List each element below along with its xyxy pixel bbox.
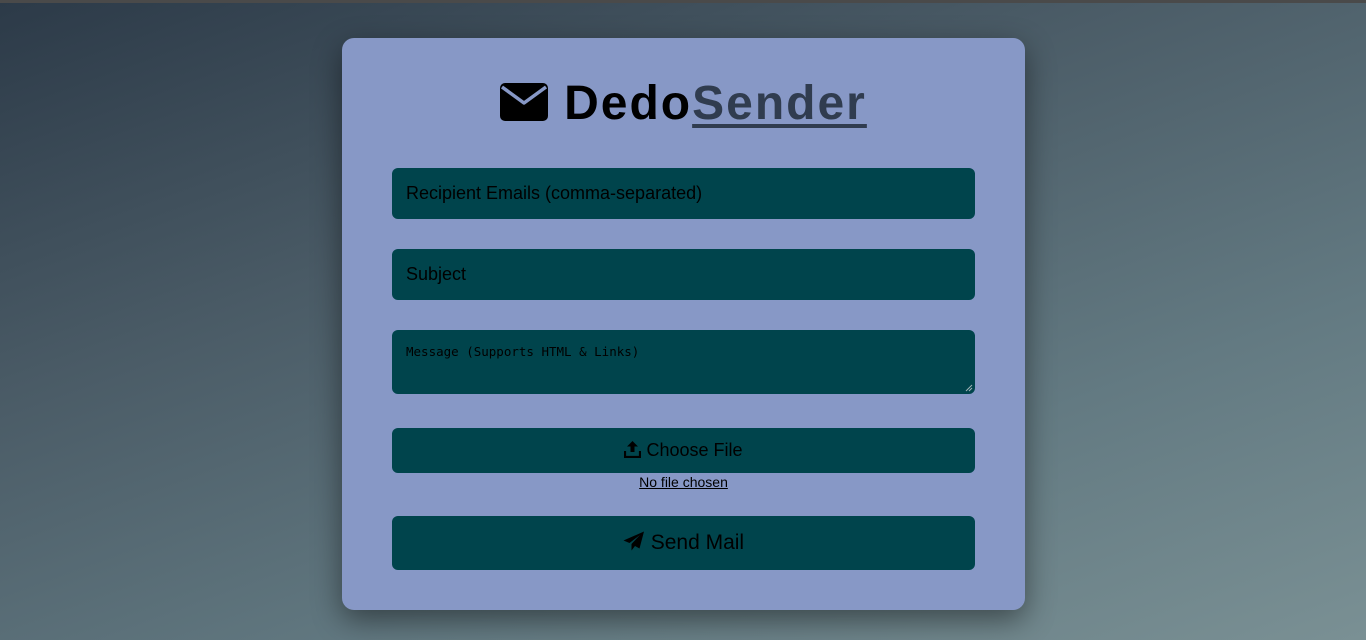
subject-placeholder: Subject	[406, 264, 467, 284]
title-part-sender: Sender	[692, 77, 867, 130]
envelope-icon	[500, 83, 549, 122]
choose-file-button[interactable]: Choose File	[392, 428, 975, 473]
upload-icon	[624, 441, 642, 459]
send-mail-button[interactable]: Send Mail	[392, 516, 975, 570]
title-part-dedo: Dedo	[564, 77, 693, 130]
resize-grip-icon[interactable]	[965, 384, 973, 392]
mail-form-card: DedoSender Recipient Emails (comma-separ…	[342, 38, 1025, 610]
choose-file-label: Choose File	[646, 440, 743, 460]
app-title: DedoSender	[342, 76, 1025, 132]
subject-input[interactable]: Subject	[392, 249, 975, 300]
message-placeholder: Message (Supports HTML & Links)	[406, 344, 640, 359]
paper-plane-icon	[623, 531, 644, 551]
browser-top-edge	[0, 0, 1366, 3]
send-mail-label: Send Mail	[650, 531, 745, 554]
message-textarea[interactable]: Message (Supports HTML & Links)	[392, 330, 975, 394]
file-status-text: No file chosen	[639, 474, 728, 490]
recipient-emails-input[interactable]: Recipient Emails (comma-separated)	[392, 168, 975, 219]
recipient-emails-placeholder: Recipient Emails (comma-separated)	[406, 183, 703, 203]
